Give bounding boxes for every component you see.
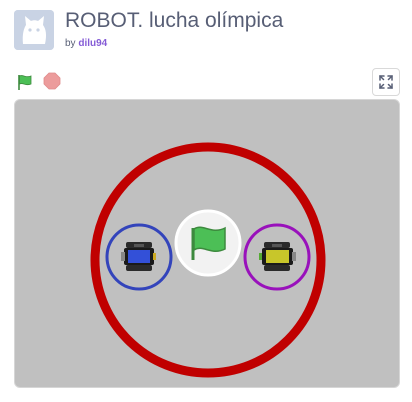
player-controls (14, 68, 400, 96)
fullscreen-button[interactable] (372, 68, 400, 96)
left-robot-sprite[interactable] (105, 223, 173, 291)
project-byline: by dilu94 (65, 38, 107, 49)
stage-canvas (90, 142, 326, 378)
stop-sign-icon[interactable] (43, 72, 61, 90)
green-flag-icon[interactable] (16, 73, 34, 91)
project-title: ROBOT. lucha olímpica (65, 9, 284, 32)
start-overlay-button[interactable] (174, 209, 242, 277)
author-link[interactable]: dilu94 (78, 38, 107, 49)
blue-robot-icon (121, 242, 156, 271)
yellow-robot-icon (259, 242, 296, 271)
project-header: ROBOT. lucha olímpica by dilu94 (0, 0, 412, 60)
byline-prefix: by (65, 38, 76, 49)
author-avatar[interactable] (14, 10, 54, 50)
cat-avatar-icon (14, 10, 54, 50)
fullscreen-icon (379, 75, 393, 89)
right-robot-sprite[interactable] (243, 223, 311, 291)
project-stage[interactable] (14, 99, 400, 388)
